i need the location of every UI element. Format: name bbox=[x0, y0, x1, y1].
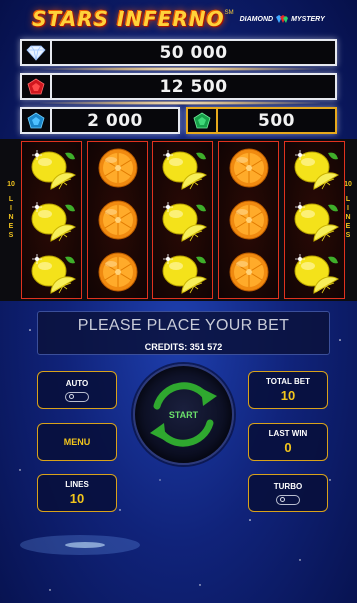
jackpot-emerald-value: 500 bbox=[258, 110, 295, 131]
lemon-symbol-icon bbox=[31, 150, 76, 190]
orange-symbol-icon bbox=[229, 252, 268, 292]
reel-4 bbox=[218, 141, 279, 299]
subtitle-right: MYSTERY bbox=[291, 15, 325, 23]
start-label: START bbox=[168, 410, 199, 420]
game-subtitle: DIAMOND MYSTERY bbox=[240, 14, 325, 24]
last-win-label: LAST WIN bbox=[268, 429, 308, 438]
menu-button[interactable]: MENU bbox=[37, 423, 117, 461]
mini-gems-icon bbox=[276, 15, 289, 23]
sapphire-gem-icon bbox=[27, 112, 45, 128]
lemon-symbol-icon bbox=[294, 150, 339, 190]
orange-symbol-icon bbox=[98, 252, 137, 292]
lines-label: LINES bbox=[65, 480, 89, 489]
jackpot-diamond-value: 50 000 bbox=[159, 42, 228, 63]
last-win-display: LAST WIN 0 bbox=[248, 423, 328, 461]
reel-2 bbox=[87, 141, 148, 299]
lemon-symbol-icon bbox=[294, 254, 339, 294]
total-bet-label: TOTAL BET bbox=[266, 377, 310, 386]
bet-prompt: PLEASE PLACE YOUR BET bbox=[77, 317, 290, 334]
message-panel: PLEASE PLACE YOUR BET CREDITS: 351 572 bbox=[37, 311, 330, 355]
lines-value: 10 bbox=[69, 491, 85, 506]
orange-symbol-icon bbox=[229, 200, 268, 240]
orange-symbol-icon bbox=[98, 200, 137, 240]
menu-label: MENU bbox=[63, 437, 91, 447]
lemon-symbol-icon bbox=[31, 202, 76, 242]
auto-label: AUTO bbox=[65, 378, 89, 388]
glow-divider bbox=[40, 67, 320, 71]
game-logo: STARS INFERNO SM DIAMOND MYSTERY bbox=[0, 4, 357, 34]
orange-symbol-icon bbox=[98, 148, 137, 188]
auto-toggle[interactable] bbox=[65, 391, 89, 402]
total-bet-value: 10 bbox=[280, 388, 296, 403]
turbo-button[interactable]: TURBO bbox=[248, 474, 328, 512]
auto-button[interactable]: AUTO bbox=[37, 371, 117, 409]
lemon-symbol-icon bbox=[162, 202, 207, 242]
credits-display: CREDITS: 351 572 bbox=[144, 342, 223, 352]
turbo-label: TURBO bbox=[273, 481, 303, 491]
reel-5 bbox=[284, 141, 345, 299]
glow-divider bbox=[40, 101, 320, 105]
jackpot-ruby: 12 500 bbox=[20, 73, 337, 100]
total-bet-button[interactable]: TOTAL BET 10 bbox=[248, 371, 328, 409]
emerald-gem-icon bbox=[193, 112, 211, 128]
jackpot-emerald: 500 bbox=[186, 107, 337, 134]
jackpot-ruby-value: 12 500 bbox=[159, 76, 228, 97]
lemon-symbol-icon bbox=[31, 254, 76, 294]
orange-symbol-icon bbox=[229, 148, 268, 188]
lemon-symbol-icon bbox=[162, 150, 207, 190]
lemon-symbol-icon bbox=[294, 202, 339, 242]
diamond-gem-icon bbox=[26, 45, 46, 61]
jackpot-diamond: 50 000 bbox=[20, 39, 337, 66]
subtitle-left: DIAMOND bbox=[239, 15, 274, 23]
jackpot-sapphire: 2 000 bbox=[20, 107, 180, 134]
lines-indicator-left: 10 L I N E S bbox=[7, 181, 15, 239]
lines-button[interactable]: LINES 10 bbox=[37, 474, 117, 512]
reel-3 bbox=[152, 141, 213, 299]
lemon-symbol-icon bbox=[162, 254, 207, 294]
last-win-value: 0 bbox=[284, 440, 292, 455]
ruby-gem-icon bbox=[27, 78, 45, 94]
turbo-toggle[interactable] bbox=[276, 494, 300, 505]
trademark: SM bbox=[224, 10, 234, 16]
reel-1 bbox=[21, 141, 82, 299]
game-title: STARS INFERNO bbox=[32, 7, 225, 31]
jackpot-sapphire-value: 2 000 bbox=[87, 110, 143, 131]
start-button[interactable]: START bbox=[133, 364, 234, 465]
